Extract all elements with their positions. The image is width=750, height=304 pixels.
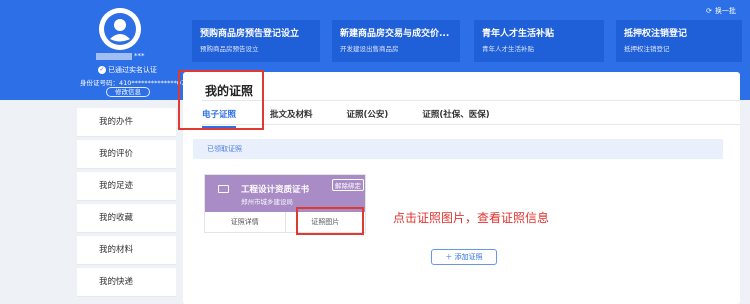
tab-social-security-certificates[interactable]: 证照(社保、医保) bbox=[422, 108, 489, 128]
user-avatar-icon bbox=[99, 8, 141, 50]
sidebar-item-my-favorites[interactable]: 我的收藏 bbox=[77, 204, 176, 233]
verified-status: ✓ 已通过实名认证 bbox=[98, 65, 157, 75]
highlight-box-title bbox=[178, 70, 264, 130]
certificate-details-button[interactable]: 证照详情 bbox=[205, 212, 285, 233]
tabs-divider bbox=[202, 124, 740, 125]
add-certificate-button[interactable]: ＋ 添加证照 bbox=[431, 249, 497, 265]
user-profile: *** ✓ 已通过实名认证 身份证号码：410**************07 … bbox=[0, 0, 185, 100]
instruction-annotation: 点击证照图片，查看证照信息 bbox=[393, 211, 550, 225]
username-suffix: *** bbox=[134, 52, 145, 60]
verified-check-icon: ✓ bbox=[98, 66, 106, 74]
avatar[interactable] bbox=[99, 8, 141, 50]
service-title: 青年人才生活补贴 bbox=[482, 29, 555, 39]
switch-batch-label: 换一批 bbox=[714, 7, 736, 15]
switch-batch-button[interactable]: ⟳ 换一批 bbox=[706, 6, 736, 16]
highlight-box-image-button bbox=[296, 207, 364, 235]
received-certificates-header: 已领取证照 bbox=[193, 139, 723, 159]
certificate-issuer: 郑州市城乡建设局 bbox=[241, 198, 293, 206]
certificate-name: 工程设计资质证书 bbox=[241, 185, 310, 195]
username-masked bbox=[96, 52, 132, 60]
edit-info-button[interactable]: 修改信息 bbox=[106, 87, 150, 97]
id-number: 身份证号码：410**************07 bbox=[80, 79, 186, 87]
service-card-mortgage-cancel[interactable]: 抵押权注销登记 抵押权注销登记 bbox=[616, 20, 742, 62]
service-subtitle: 抵押权注销登记 bbox=[624, 45, 670, 53]
username: *** bbox=[96, 52, 145, 60]
service-subtitle: 预购商品房预告设立 bbox=[200, 45, 259, 53]
service-title: 抵押权注销登记 bbox=[624, 29, 688, 39]
verified-label: 已通过实名认证 bbox=[108, 66, 157, 74]
title-divider bbox=[202, 100, 740, 101]
service-card-youth-subsidy[interactable]: 青年人才生活补贴 青年人才生活补贴 bbox=[474, 20, 604, 62]
tab-approvals-materials[interactable]: 批文及材料 bbox=[270, 108, 313, 128]
service-title: 新建商品房交易与成交价... bbox=[340, 29, 450, 39]
sidebar-item-my-express[interactable]: 我的快递 bbox=[77, 268, 176, 297]
tab-police-certificates[interactable]: 证照(公安) bbox=[347, 108, 389, 128]
add-certificate-label: 添加证照 bbox=[454, 253, 483, 261]
plus-icon: ＋ bbox=[445, 253, 453, 261]
service-card-new-house[interactable]: 新建商品房交易与成交价... 开发建设出售商品房 bbox=[332, 20, 460, 62]
service-subtitle: 青年人才生活补贴 bbox=[482, 45, 534, 53]
service-subtitle: 开发建设出售商品房 bbox=[340, 45, 399, 53]
sidebar-item-my-history[interactable]: 我的足迹 bbox=[77, 172, 176, 201]
main-panel: 我的证照 电子证照 批文及材料 证照(公安) 证照(社保、医保) 已领取证照 工… bbox=[183, 72, 740, 304]
sidebar-item-my-reviews[interactable]: 我的评价 bbox=[77, 140, 176, 169]
unbind-button[interactable]: 解除绑定 bbox=[332, 179, 364, 191]
service-card-presale[interactable]: 预购商品房预告登记设立 预购商品房预告设立 bbox=[192, 20, 320, 62]
certificate-icon bbox=[218, 185, 229, 193]
sidebar: 我的办件 我的评价 我的足迹 我的收藏 我的材料 我的快递 bbox=[77, 108, 176, 300]
service-title: 预购商品房预告登记设立 bbox=[200, 29, 300, 39]
sidebar-item-my-materials[interactable]: 我的材料 bbox=[77, 236, 176, 265]
sidebar-item-my-cases[interactable]: 我的办件 bbox=[77, 108, 176, 137]
refresh-icon: ⟳ bbox=[706, 7, 712, 15]
